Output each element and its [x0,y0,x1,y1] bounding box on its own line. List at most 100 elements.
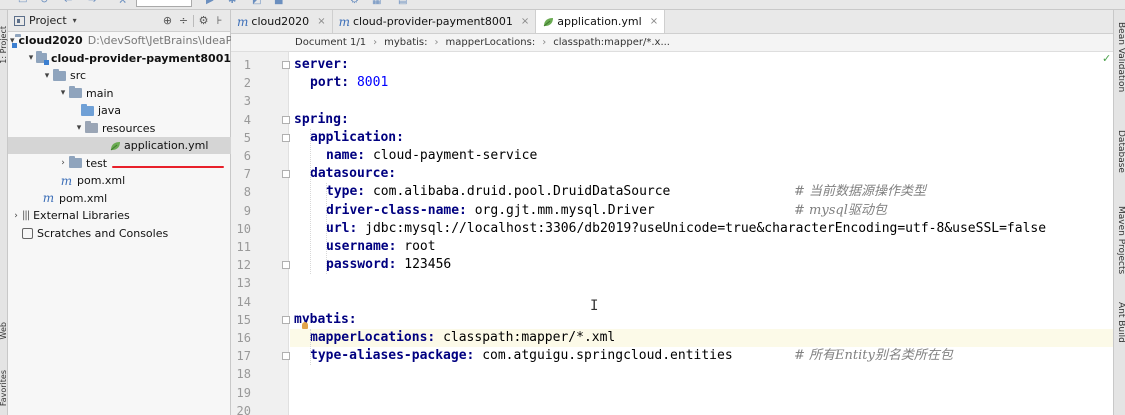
code-line[interactable]: username: root [290,238,1113,256]
intention-bulb-icon[interactable] [302,322,308,329]
line-number: 10 [236,221,251,236]
breadcrumb-mapper-locations[interactable]: mapperLocations: [446,37,536,48]
expand-arrow-icon[interactable]: ▾ [73,123,85,133]
tree-item-java[interactable]: java [8,102,231,119]
code-line[interactable]: application: [290,129,1113,147]
back-icon[interactable]: ← [64,0,76,6]
tab-cloud-provider-payment8001[interactable]: m cloud-provider-payment8001 × [333,10,537,33]
close-icon[interactable]: × [521,16,529,27]
run-icon[interactable]: ▶ [206,0,218,6]
tree-item-test[interactable]: › test [8,155,231,172]
tree-item-scratches[interactable]: Scratches and Consoles [8,225,231,242]
code-line[interactable] [290,274,1113,292]
close-icon[interactable]: × [317,16,325,27]
code-line[interactable]: server: [290,56,1113,74]
wrench-icon[interactable]: ⚙ [350,0,362,6]
tree-item-src[interactable]: ▾ src [8,67,231,84]
code-line[interactable]: mapperLocations: classpath:mapper/*.xml [290,329,1113,348]
leaf-icon [543,17,554,26]
tree-item-application-yml[interactable]: application.yml [8,137,231,154]
code-line[interactable]: port: 8001 [290,74,1113,92]
code-line[interactable] [290,92,1113,110]
project-tool-tab[interactable]: 1: Project [0,26,8,64]
settings-gear-icon[interactable]: ⚙ [197,14,210,27]
breadcrumb-mybatis[interactable]: mybatis: [384,37,427,48]
scroll-from-source-icon[interactable]: ⊕ [161,14,174,27]
code-line[interactable] [290,293,1113,311]
inspection-ok-icon[interactable]: ✓ [1102,52,1111,65]
close-icon[interactable]: × [650,16,658,27]
line-number: 15 [236,312,251,327]
project-panel-title[interactable]: Project [29,14,67,27]
favorites-tool-tab[interactable]: Favorites [0,370,8,406]
code-line[interactable]: url: jdbc:mysql://localhost:3306/db2019?… [290,220,1113,238]
tree-item-resources[interactable]: ▾ resources [8,120,231,137]
fold-marker-icon[interactable] [282,315,290,324]
structure-icon[interactable]: ▦ [372,0,384,6]
run-config-combo[interactable] [136,0,192,7]
breadcrumb-document[interactable]: Document 1/1 [295,37,366,48]
line-number: 2 [243,76,251,91]
forward-icon[interactable]: → [88,0,100,6]
build-icon[interactable]: ⚒ [118,0,130,6]
collapse-arrow-icon[interactable]: › [10,211,22,221]
fold-marker-icon[interactable] [282,170,290,179]
code-line[interactable]: name: cloud-payment-service [290,147,1113,165]
tab-cloud2020[interactable]: m cloud2020 × [231,10,333,33]
code-line[interactable]: spring: [290,111,1113,129]
folder-icon [69,156,82,168]
expand-arrow-icon[interactable]: ▾ [41,71,53,81]
expand-arrow-icon[interactable]: ▾ [57,88,69,98]
fold-marker-icon[interactable] [282,115,290,124]
maven-projects-tool-tab[interactable]: Maven Projects [1114,206,1125,274]
tree-item-pom-root[interactable]: m pom.xml [8,190,231,207]
indent-guide [310,128,311,275]
bean-validation-tool-tab[interactable]: Bean Validation [1114,22,1125,92]
yaml-key: username: [326,239,397,254]
code-line[interactable]: driver-class-name: org.gjt.mm.mysql.Driv… [290,202,1113,220]
tree-item-pom-module[interactable]: m pom.xml [8,172,231,189]
breadcrumb-classpath[interactable]: classpath:mapper/*.x... [553,37,670,48]
code-line[interactable] [290,384,1113,402]
tree-item-external-libraries[interactable]: › ||| External Libraries [8,207,231,224]
project-path: D:\devSoft\JetBrains\IdeaP [87,34,233,47]
code-line[interactable] [290,402,1113,415]
expand-arrow-icon[interactable]: ▾ [26,53,36,63]
code-line[interactable]: datasource: [290,165,1113,183]
fold-marker-icon[interactable] [282,61,290,69]
code-line[interactable]: mybatis: [290,311,1113,329]
line-number-gutter[interactable]: 1 2 3 4 5 6 7 8 9 10 11 12 13 14 15 16 17 18 19 20 [231,52,290,415]
hide-panel-icon[interactable]: ⊦ [213,14,226,27]
save-icon[interactable]: ▭ [18,0,30,6]
sdk-icon[interactable]: ▤ [398,0,410,6]
tree-item-main[interactable]: ▾ main [8,85,231,102]
code-line[interactable] [290,365,1113,383]
yaml-key: password: [326,257,397,273]
fold-marker-icon[interactable] [282,261,290,270]
sync-icon[interactable]: ↻ [40,0,52,6]
fold-marker-icon[interactable] [282,352,290,361]
stop-icon[interactable]: ■ [274,0,286,6]
tree-item-cloud2020[interactable]: ▾ cloud2020 D:\devSoft\JetBrains\IdeaP [8,32,233,49]
collapse-arrow-icon[interactable]: › [57,158,69,168]
tab-label: application.yml [557,15,642,28]
source-folder-icon [81,103,94,116]
collapse-all-icon[interactable]: ÷ [177,14,190,27]
debug-icon[interactable]: ✱ [228,0,240,6]
code-line[interactable]: type-aliases-package: com.atguigu.spring… [290,347,1113,365]
code-line[interactable]: password: 123456 [290,256,1113,274]
tree-item-cloud-provider-payment8001[interactable]: ▾ cloud-provider-payment8001 [8,50,231,67]
maven-icon: m [237,14,249,29]
code-editor[interactable]: server: port: 8001 spring: application: name… [290,52,1113,415]
yaml-comment: # 所有Entity别名类所在包 [794,348,953,364]
ant-build-tool-tab[interactable]: Ant Build [1114,302,1125,343]
view-dropdown-icon[interactable]: ▾ [73,16,77,25]
coverage-icon[interactable]: ◩ [252,0,264,6]
folder-icon [69,86,82,98]
database-tool-tab[interactable]: Database [1114,130,1125,173]
fold-marker-icon[interactable] [282,133,290,142]
tab-application-yml[interactable]: application.yml × [536,10,666,33]
line-number: 8 [243,185,251,200]
web-tool-tab[interactable]: Web [0,322,8,339]
code-line[interactable]: type: com.alibaba.druid.pool.DruidDataSo… [290,183,1113,201]
